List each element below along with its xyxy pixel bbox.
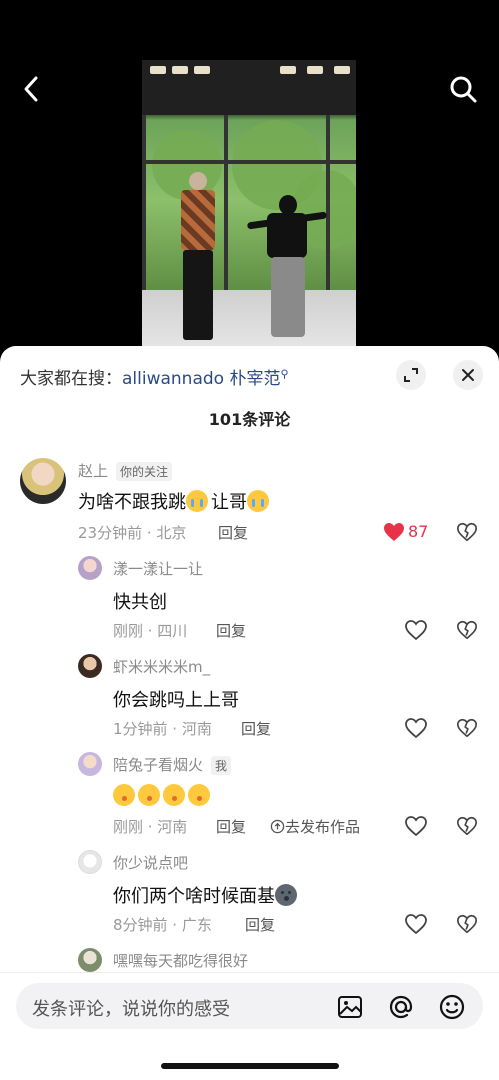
comment-text — [113, 784, 213, 807]
commenter-name[interactable]: 虾米米米米m_ — [113, 656, 210, 677]
commenter-name[interactable]: 陪兔子看烟火我 — [113, 754, 232, 775]
reply-button[interactable]: 回复 — [245, 914, 275, 935]
close-button[interactable] — [453, 360, 483, 390]
broken-heart-icon[interactable] — [456, 521, 478, 543]
reply-button[interactable]: 回复 — [218, 522, 248, 543]
comment-text: 为啥不跟我跳 让哥 — [78, 488, 272, 514]
kissing-emoji-icon — [113, 784, 135, 806]
comment-text-part: 为啥不跟我跳 — [78, 492, 186, 513]
crying-emoji-icon — [247, 490, 269, 512]
dancer-right — [246, 195, 328, 345]
heart-icon[interactable] — [404, 814, 428, 838]
follow-badge: 你的关注 — [116, 462, 173, 481]
commenter-name[interactable]: 赵上 你的关注 — [78, 460, 173, 481]
broken-heart-icon[interactable] — [456, 815, 478, 837]
avatar[interactable] — [78, 850, 102, 874]
comment-text: 你们两个啥时候面基 — [113, 882, 300, 908]
self-badge: 我 — [211, 756, 232, 775]
window-frame — [224, 115, 228, 295]
commenter-name-text: 赵上 — [78, 462, 109, 480]
avatar[interactable] — [78, 752, 102, 776]
chevron-left-icon[interactable] — [14, 72, 48, 106]
heart-icon[interactable] — [404, 716, 428, 740]
broken-heart-icon[interactable] — [456, 913, 478, 935]
comment-text: 你会跳吗上上哥 — [113, 690, 239, 711]
comment-meta: 8分钟前 · 广东 — [113, 916, 212, 934]
kissing-emoji-icon — [188, 784, 210, 806]
comment-input-placeholder: 发条评论，说说你的感受 — [32, 999, 230, 1020]
publish-work-label: 去发布作品 — [285, 818, 361, 836]
comment-text-part: 你们两个啥时候面基 — [113, 886, 275, 907]
comment-meta: 刚刚 · 河南 — [113, 818, 188, 836]
window-frame — [326, 115, 330, 295]
reply-button[interactable]: 回复 — [241, 718, 271, 739]
heart-icon[interactable] — [404, 618, 428, 642]
reply-button[interactable]: 回复 — [216, 816, 246, 837]
kissing-emoji-icon — [163, 784, 185, 806]
avatar[interactable] — [78, 556, 102, 580]
emoji-icon[interactable] — [438, 993, 466, 1021]
broken-heart-icon[interactable] — [456, 619, 478, 641]
commenter-name[interactable]: 你少说点吧 — [113, 852, 188, 873]
ceiling-light — [172, 66, 188, 74]
ceiling-light — [194, 66, 210, 74]
search-icon[interactable] — [446, 72, 480, 106]
ceiling-light — [334, 66, 350, 74]
home-indicator — [161, 1063, 339, 1069]
comment-sheet: 大家都在搜：alliwannado 朴宰范⚲ 101条评论 赵上 你的关注 为啥不… — [0, 346, 499, 1080]
heart-icon[interactable] — [404, 912, 428, 936]
upload-circle-icon — [270, 819, 285, 834]
comment-text-part: 让哥 — [211, 492, 247, 513]
floor — [142, 290, 356, 350]
mini-search-icon: ⚲ — [280, 367, 289, 381]
video-player[interactable] — [0, 0, 499, 360]
publish-work-button[interactable]: 去发布作品 — [270, 816, 360, 837]
heart-filled-icon[interactable] — [382, 520, 406, 544]
trending-search[interactable]: 大家都在搜：alliwannado 朴宰范⚲ — [20, 364, 289, 389]
ceiling-light — [150, 66, 166, 74]
comment-count: 101条评论 — [208, 410, 291, 429]
at-icon[interactable] — [387, 993, 415, 1021]
image-icon[interactable] — [336, 993, 364, 1021]
new-moon-face-icon — [275, 884, 297, 906]
comment-meta: 刚刚 · 四川 — [113, 622, 188, 640]
ceiling-light — [307, 66, 323, 74]
commenter-name-text: 陪兔子看烟火 — [113, 756, 204, 774]
comment-input-bar: 发条评论，说说你的感受 — [0, 972, 499, 1080]
comment-meta: 1分钟前 · 河南 — [113, 720, 212, 738]
window-bar — [142, 160, 356, 164]
comment-meta: 23分钟前 · 北京 — [78, 524, 187, 542]
expand-button[interactable] — [396, 360, 426, 390]
trending-prefix: 大家都在搜： — [20, 369, 122, 389]
reply-button[interactable]: 回复 — [216, 620, 246, 641]
commenter-name[interactable]: 漾一漾让一让 — [113, 558, 203, 579]
comment-input[interactable]: 发条评论，说说你的感受 — [16, 983, 483, 1029]
trending-term-link[interactable]: alliwannado 朴宰范 — [122, 369, 280, 389]
expand-icon — [404, 368, 418, 382]
crying-emoji-icon — [186, 490, 208, 512]
avatar[interactable] — [20, 458, 66, 504]
close-icon — [462, 369, 474, 381]
kissing-emoji-icon — [138, 784, 160, 806]
like-count: 87 — [408, 522, 429, 541]
commenter-name[interactable]: 嘿嘿每天都吃得很好 — [113, 950, 248, 971]
ceiling-light — [280, 66, 296, 74]
broken-heart-icon[interactable] — [456, 717, 478, 739]
video-frame[interactable] — [142, 60, 356, 350]
window-frame — [142, 115, 146, 295]
dancer-left — [177, 172, 217, 342]
avatar[interactable] — [78, 654, 102, 678]
comment-text: 快共创 — [113, 592, 167, 613]
video-ceiling — [142, 60, 356, 115]
avatar[interactable] — [78, 948, 102, 972]
